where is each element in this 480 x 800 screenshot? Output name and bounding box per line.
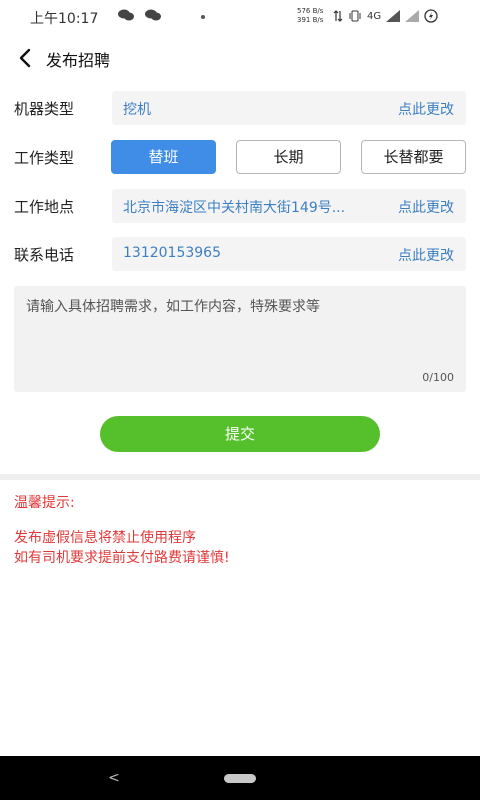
machine-type-label: 机器类型 [14, 100, 75, 118]
page-title: 发布招聘 [46, 51, 111, 70]
wechat-icon [145, 9, 161, 21]
upload-speed: 576 B/s [297, 7, 324, 15]
network-speed: 576 B/s 391 B/s [297, 7, 323, 25]
nav-back-button[interactable]: < [108, 770, 120, 786]
signal-icon [405, 10, 420, 22]
status-time: 上午10:17 [30, 11, 99, 27]
tips-title: 温馨提示: [14, 495, 75, 511]
nav-home-pill[interactable] [224, 774, 256, 783]
vibrate-icon [349, 10, 361, 22]
phone-field[interactable]: 13120153965 点此更改 [112, 237, 466, 271]
tip-line: 发布虚假信息将禁止使用程序 [14, 530, 196, 546]
header: 发布招聘 [0, 38, 480, 78]
phone-value: 13120153965 [123, 245, 221, 261]
machine-type-field[interactable]: 挖机 点此更改 [112, 91, 466, 125]
work-type-option-long-term[interactable]: 长期 [236, 140, 341, 174]
requirements-textarea[interactable]: 请输入具体招聘需求，如工作内容，特殊要求等 0/100 [14, 286, 466, 392]
submit-button[interactable]: 提交 [100, 416, 380, 452]
work-type-label: 工作类型 [14, 149, 75, 167]
work-type-option-substitute[interactable]: 替班 [111, 140, 216, 174]
system-nav-bar: < [0, 756, 480, 800]
machine-type-value: 挖机 [123, 102, 151, 118]
work-type-option-both[interactable]: 长替都要 [361, 140, 466, 174]
location-value: 北京市海淀区中关村南大街149号... [123, 200, 346, 216]
notification-dot [201, 15, 205, 19]
phone-label: 联系电话 [14, 246, 75, 264]
requirements-placeholder: 请输入具体招聘需求，如工作内容，特殊要求等 [26, 299, 320, 315]
network-type: 4G [367, 10, 382, 22]
back-icon[interactable] [16, 47, 36, 69]
data-transfer-icon [333, 10, 343, 22]
status-bar: 上午10:17 576 B/s 391 B/s 4G [0, 0, 480, 34]
character-counter: 0/100 [422, 371, 454, 384]
battery-saver-icon [424, 9, 438, 23]
section-divider [0, 474, 480, 480]
download-speed: 391 B/s [297, 16, 324, 24]
location-change-link[interactable]: 点此更改 [398, 197, 454, 217]
location-field[interactable]: 北京市海淀区中关村南大街149号... 点此更改 [112, 189, 466, 223]
status-icons: 4G [333, 9, 438, 23]
location-label: 工作地点 [14, 198, 75, 216]
tip-line: 如有司机要求提前支付路费请谨慎! [14, 550, 230, 566]
wechat-icon [118, 9, 134, 21]
machine-type-change-link[interactable]: 点此更改 [398, 99, 454, 119]
signal-icon [386, 10, 401, 22]
phone-change-link[interactable]: 点此更改 [398, 245, 454, 265]
